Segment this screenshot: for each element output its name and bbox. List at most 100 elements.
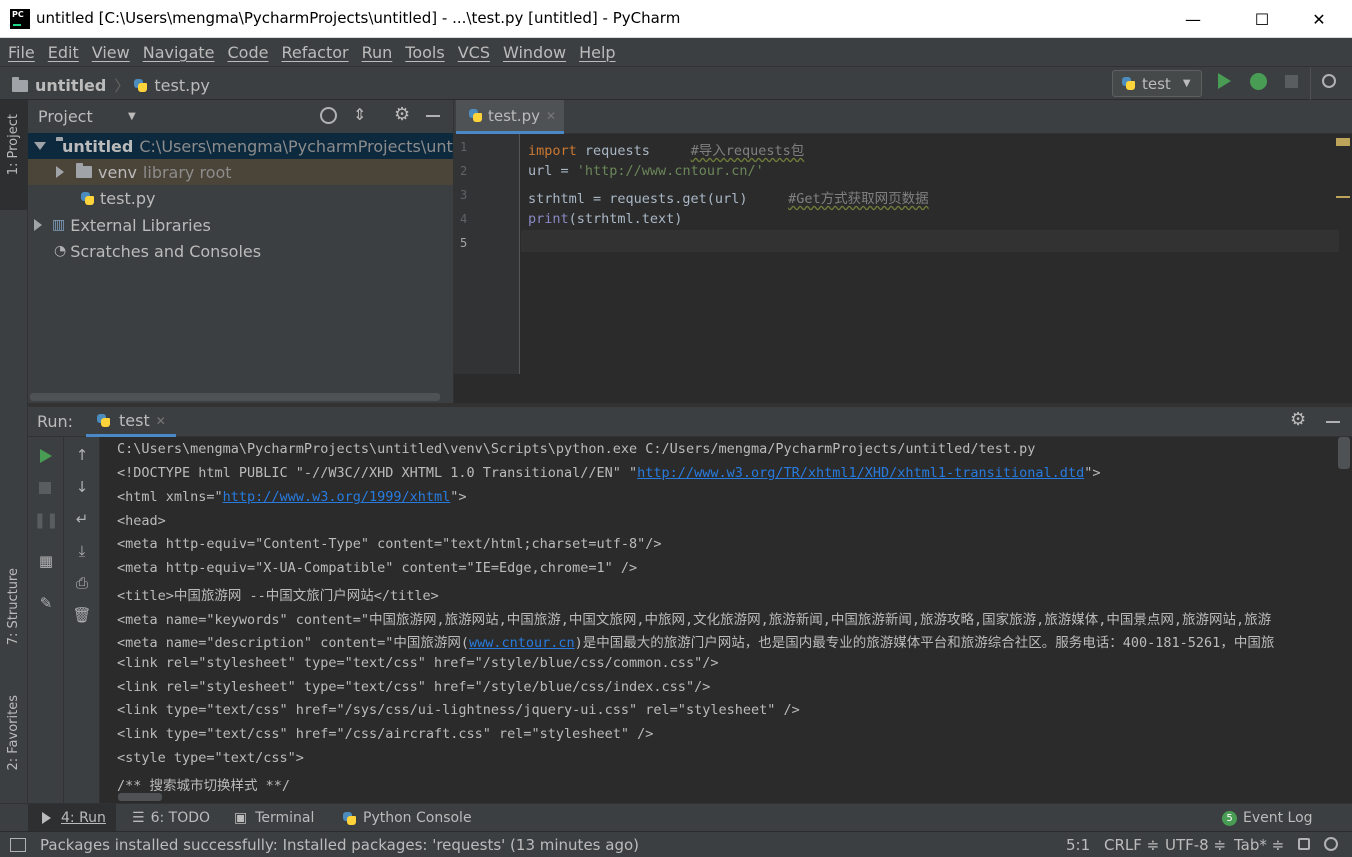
console-output[interactable]: C:\Users\mengma\PycharmProjects\untitled… [100, 437, 1352, 803]
project-panel-title[interactable]: Project [38, 107, 93, 126]
status-bar: Packages installed successfully: Install… [0, 831, 1352, 857]
stop-icon[interactable] [39, 482, 51, 494]
status-message[interactable]: Packages installed successfully: Install… [40, 836, 639, 854]
console-link[interactable]: http://www.w3.org/1999/xhtml [223, 489, 451, 505]
warning-marker[interactable] [1336, 196, 1350, 198]
pin-icon[interactable]: ✎ [36, 593, 56, 613]
bottom-tab-python-console[interactable]: Python Console [342, 804, 472, 832]
file-encoding[interactable]: UTF-8 ≑ [1165, 836, 1226, 854]
console-link[interactable]: http://www.w3.org/TR/xhtml1/XHD/xhtml1-t… [637, 465, 1084, 481]
maximize-button[interactable]: ☐ [1239, 0, 1285, 38]
close-tab-icon[interactable]: ✕ [546, 109, 556, 123]
inspector-icon[interactable] [1324, 837, 1338, 851]
pause-icon[interactable]: ❚❚ [33, 510, 58, 530]
line-number: 4 [460, 212, 468, 226]
gear-icon[interactable]: ⚙ [394, 104, 410, 125]
console-line: <meta http-equiv="X-UA-Compatible" conte… [117, 560, 638, 576]
pycharm-logo-icon: PC [10, 9, 30, 29]
run-icon[interactable] [1218, 73, 1231, 89]
line-number: 2 [460, 164, 468, 178]
structure-tool-label[interactable]: 7: Structure [6, 568, 21, 645]
breadcrumb-file[interactable]: test.py [154, 76, 209, 95]
bottom-tab-event-log-label: Event Log [1243, 810, 1313, 826]
current-line-highlight [521, 230, 1339, 252]
menu-file[interactable]: File [8, 43, 35, 62]
tree-row-file[interactable]: test.py [28, 185, 453, 211]
editor-panel: test.py ✕ 1 2 3 4 5 import requests #导入r… [453, 100, 1352, 403]
menu-vcs[interactable]: VCS [458, 43, 490, 62]
arrow-up-icon[interactable]: ↑ [72, 445, 92, 465]
close-button[interactable]: ✕ [1296, 0, 1342, 38]
layout-icon[interactable]: ▦ [36, 551, 56, 571]
editor-tab-label: test.py [488, 106, 540, 125]
console-line: <link rel="stylesheet" type="text/css" h… [117, 655, 719, 671]
horizontal-scrollbar[interactable] [30, 393, 440, 401]
code-line-2[interactable]: url = 'http://www.cntour.cn/' [528, 163, 764, 179]
bottom-tab-event-log[interactable]: 5 Event Log [1222, 804, 1313, 832]
gear-icon[interactable]: ⚙ [1290, 409, 1306, 430]
menu-window[interactable]: Window [503, 43, 566, 62]
console-link[interactable]: www.cntour.cn [469, 635, 575, 651]
hide-icon[interactable] [1326, 421, 1340, 423]
locate-icon[interactable] [320, 107, 337, 124]
soft-wrap-icon[interactable]: ↵ [72, 509, 92, 529]
horizontal-scrollbar[interactable] [118, 793, 162, 801]
warning-marker[interactable] [1336, 138, 1350, 146]
code-line-3[interactable]: strhtml = requests.get(url) #Get方式获取网页数据 [528, 187, 929, 207]
menu-navigate[interactable]: Navigate [143, 43, 215, 62]
expand-icon[interactable] [56, 166, 64, 178]
menu-help[interactable]: Help [579, 43, 615, 62]
line-separator[interactable]: CRLF ≑ [1104, 836, 1159, 854]
code-line-4[interactable]: print(strhtml.text) [528, 211, 682, 227]
expand-icon[interactable] [34, 219, 42, 231]
bottom-tab-run[interactable]: 4: Run [28, 804, 116, 832]
caret-position[interactable]: 5:1 [1066, 836, 1090, 854]
minimize-button[interactable]: — [1170, 0, 1216, 38]
tree-row-external[interactable]: ▥ External Libraries [28, 212, 453, 238]
search-icon[interactable] [1322, 74, 1336, 88]
hide-icon[interactable] [426, 115, 440, 117]
arrow-down-icon[interactable]: ↓ [72, 477, 92, 497]
console-line: C:\Users\mengma\PycharmProjects\untitled… [117, 441, 1036, 457]
menu-run[interactable]: Run [362, 43, 393, 62]
editor-tab-test[interactable]: test.py ✕ [456, 100, 564, 134]
tree-root-path: C:\Users\mengma\PycharmProjects\untitled [139, 136, 453, 156]
project-tool-label: 1: Project [6, 114, 21, 176]
expand-icon[interactable] [34, 142, 46, 150]
trash-icon[interactable]: 🗑 [72, 605, 92, 625]
breadcrumb-project[interactable]: untitled [35, 76, 106, 95]
close-tab-icon[interactable]: ✕ [156, 414, 166, 428]
menu-tools[interactable]: Tools [405, 43, 444, 62]
tree-venv-note: library root [142, 162, 232, 182]
stop-icon[interactable] [1285, 75, 1298, 88]
code-line-1[interactable]: import requests #导入requests包 [528, 139, 804, 159]
menu-edit[interactable]: Edit [48, 43, 79, 62]
vertical-scrollbar[interactable] [1338, 437, 1350, 469]
indent-setting[interactable]: Tab* ≑ [1234, 836, 1284, 854]
tree-row-root[interactable]: untitled C:\Users\mengma\PycharmProjects… [28, 133, 453, 159]
menu-bar: File Edit View Navigate Code Refactor Ru… [0, 38, 1352, 66]
bottom-tab-terminal[interactable]: ▣ Terminal [234, 804, 314, 832]
debug-icon[interactable] [1250, 73, 1267, 90]
run-config-select[interactable]: test ▼ [1112, 70, 1202, 97]
run-icon [42, 812, 51, 824]
tree-row-scratches[interactable]: ◔ Scratches and Consoles [28, 238, 453, 264]
scroll-to-end-icon[interactable]: ⤓ [72, 541, 92, 561]
menu-refactor[interactable]: Refactor [281, 43, 348, 62]
tree-row-venv[interactable]: venv library root [28, 159, 453, 185]
toggle-tool-windows-icon[interactable] [10, 838, 26, 852]
console-line: <link rel="stylesheet" type="text/css" h… [117, 679, 711, 695]
project-tool-tab[interactable]: 1: Project [0, 100, 28, 210]
bottom-tool-bar: 4: Run ☰ 6: TODO ▣ Terminal Python Conso… [0, 803, 1352, 832]
favorites-tool-label[interactable]: 2: Favorites [6, 695, 21, 771]
list-icon: ☰ [132, 810, 145, 826]
rerun-icon[interactable] [40, 449, 52, 463]
collapse-all-icon[interactable]: ⇕ [353, 105, 366, 124]
chevron-down-icon[interactable]: ▼ [128, 111, 136, 122]
bottom-tab-todo[interactable]: ☰ 6: TODO [132, 804, 210, 832]
run-tab-test[interactable]: test ✕ [86, 407, 176, 437]
lock-icon[interactable] [1298, 838, 1310, 850]
print-icon[interactable]: ⎙ [72, 573, 92, 593]
menu-view[interactable]: View [92, 43, 130, 62]
menu-code[interactable]: Code [228, 43, 269, 62]
